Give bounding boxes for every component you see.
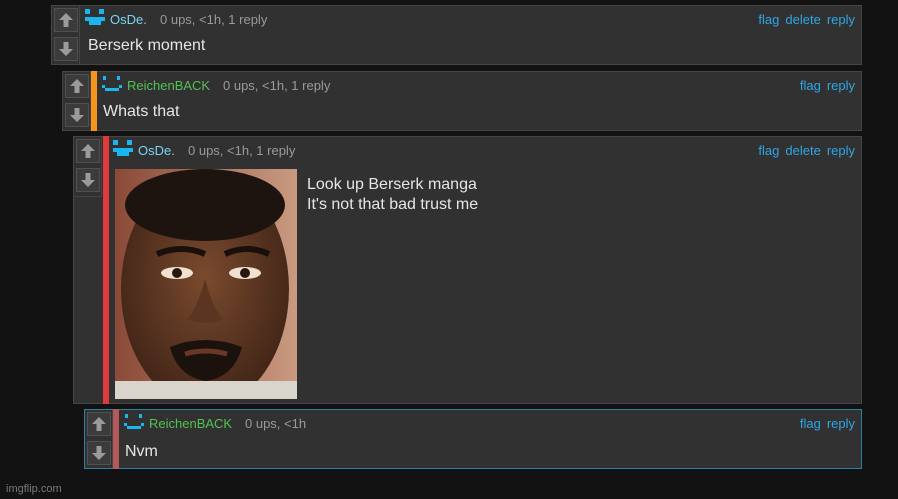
- comment-actions: flag delete reply: [752, 12, 855, 27]
- comment-2: ReichenBACK 0 ups, <1h, 1 reply flag repl…: [62, 71, 862, 131]
- thread-accent-bar: [113, 409, 119, 469]
- username[interactable]: OsDe.: [138, 143, 175, 158]
- delete-link[interactable]: delete: [785, 143, 820, 158]
- reply-link[interactable]: reply: [827, 12, 855, 27]
- vote-column: [85, 410, 113, 468]
- username[interactable]: ReichenBACK: [149, 416, 232, 431]
- comment-text-line-2: It's not that bad trust me: [307, 196, 479, 213]
- comment-1: OsDe. 0 ups, <1h, 1 reply flag delete repl…: [51, 5, 862, 65]
- man-face-image: [115, 169, 297, 399]
- avatar-icon[interactable]: [112, 139, 134, 159]
- comment-text: Whats that: [103, 103, 180, 120]
- flag-link[interactable]: flag: [758, 12, 779, 27]
- comment-meta: 0 ups, <1h: [245, 416, 307, 431]
- comment-content: OsDe. 0 ups, <1h, 1 reply flag delete repl…: [109, 137, 861, 403]
- avatar-icon[interactable]: [84, 8, 106, 28]
- arrow-up-icon: [91, 416, 107, 432]
- arrow-down-icon: [80, 172, 96, 188]
- comment-text-line-1: Look up Berserk manga: [307, 176, 477, 193]
- vote-column: [52, 6, 80, 64]
- comment-actions: flag delete reply: [752, 143, 855, 158]
- comment-3: OsDe. 0 ups, <1h, 1 reply flag delete repl…: [73, 136, 862, 404]
- comment-4: ReichenBACK 0 ups, <1h flag reply Nvm: [84, 409, 862, 469]
- flag-link[interactable]: flag: [800, 78, 821, 93]
- downvote-button[interactable]: [54, 37, 78, 61]
- comment-meta: 0 ups, <1h, 1 reply: [160, 12, 268, 27]
- flag-link[interactable]: flag: [800, 416, 821, 431]
- reply-link[interactable]: reply: [827, 416, 855, 431]
- avatar-icon[interactable]: [123, 412, 145, 432]
- comment-text: Nvm: [125, 443, 158, 460]
- arrow-up-icon: [58, 12, 74, 28]
- upvote-button[interactable]: [87, 412, 111, 436]
- comment-text: Berserk moment: [88, 37, 206, 54]
- downvote-button[interactable]: [76, 168, 100, 192]
- vote-column: [74, 137, 102, 197]
- downvote-button[interactable]: [65, 103, 89, 127]
- arrow-down-icon: [91, 445, 107, 461]
- downvote-button[interactable]: [87, 441, 111, 465]
- upvote-button[interactable]: [65, 74, 89, 98]
- comment-actions: flag reply: [794, 78, 855, 93]
- vote-column: [63, 72, 91, 130]
- reply-link[interactable]: reply: [827, 78, 855, 93]
- reply-link[interactable]: reply: [827, 143, 855, 158]
- comment-actions: flag reply: [794, 416, 855, 431]
- delete-link[interactable]: delete: [785, 12, 820, 27]
- flag-link[interactable]: flag: [758, 143, 779, 158]
- arrow-down-icon: [69, 107, 85, 123]
- username[interactable]: ReichenBACK: [127, 78, 210, 93]
- upvote-button[interactable]: [76, 139, 100, 163]
- arrow-up-icon: [80, 143, 96, 159]
- username[interactable]: OsDe.: [110, 12, 147, 27]
- imgflip-watermark: imgflip.com: [6, 483, 62, 495]
- meme-image[interactable]: [115, 169, 297, 399]
- comment-meta: 0 ups, <1h, 1 reply: [223, 78, 331, 93]
- arrow-down-icon: [58, 41, 74, 57]
- arrow-up-icon: [69, 78, 85, 94]
- thread-accent-bar: [91, 71, 97, 131]
- avatar-icon[interactable]: [101, 74, 123, 94]
- upvote-button[interactable]: [54, 8, 78, 32]
- comment-meta: 0 ups, <1h, 1 reply: [188, 143, 296, 158]
